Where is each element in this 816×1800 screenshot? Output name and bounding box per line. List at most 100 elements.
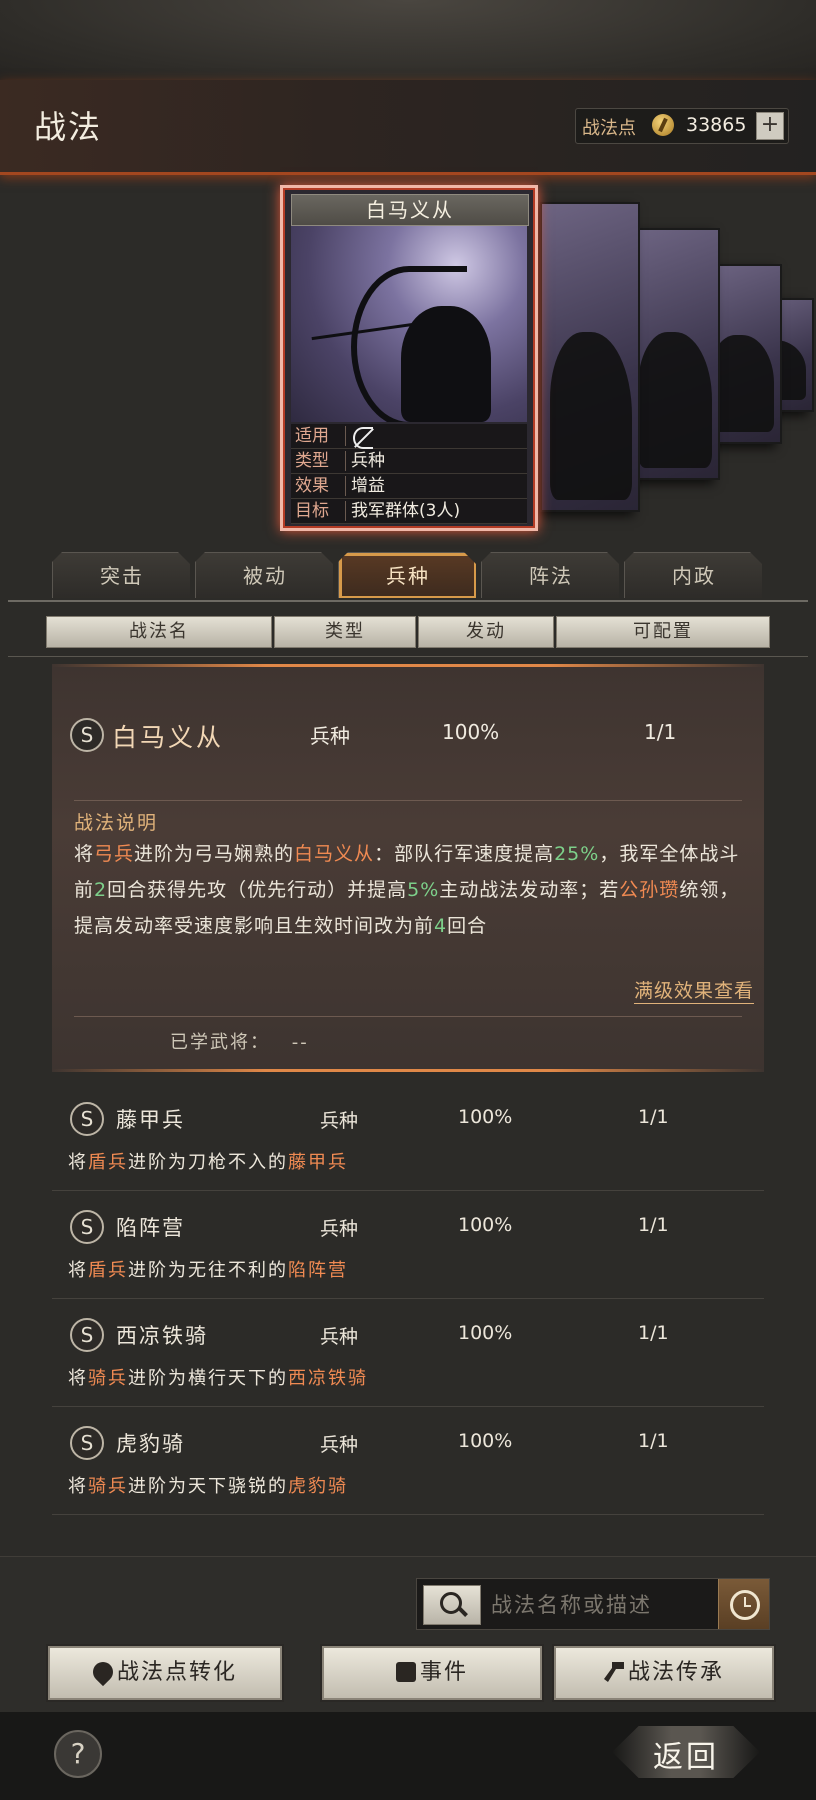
history-button[interactable] (718, 1579, 769, 1629)
tactic-row[interactable]: S 藤甲兵 兵种 100% 1/1 将盾兵进阶为刀枪不入的藤甲兵 (52, 1086, 764, 1191)
highlight-name: 虎豹骑 (288, 1476, 348, 1497)
tactic-points-box: 战法点 33865 + (575, 108, 789, 144)
text-segment: ：部队行军速度提高 (374, 843, 555, 865)
tactic-config: 1/1 (638, 1214, 669, 1236)
clock-icon (730, 1590, 760, 1620)
column-header-configurable[interactable]: 可配置 (556, 616, 770, 648)
tactic-type: 兵种 (320, 1434, 359, 1456)
tactic-config: 1/1 (638, 1106, 669, 1128)
events-button[interactable]: 事件 (322, 1646, 542, 1700)
tab-troop-type[interactable]: 兵种 (338, 552, 476, 598)
learned-generals: 已学武将： -- (170, 1028, 309, 1054)
grade-badge: S (70, 1210, 104, 1244)
hammer-icon (603, 1662, 624, 1682)
grade-badge: S (70, 1426, 104, 1460)
tactic-point-icon (652, 114, 674, 136)
tab-internal-affairs[interactable]: 内政 (624, 552, 762, 598)
divider (8, 656, 808, 657)
tactic-type: 兵种 (320, 1326, 359, 1348)
text-segment: 进阶为横行天下的 (128, 1368, 288, 1389)
tactic-description: 将弓兵进阶为弓马娴熟的白马义从：部队行军速度提高25%，我军全体战斗前2回合获得… (74, 836, 746, 944)
text-segment: 进阶为天下骁锐的 (128, 1476, 288, 1497)
tactic-type: 兵种 (320, 1110, 359, 1132)
tab-assault[interactable]: 突击 (52, 552, 190, 598)
divider (74, 1016, 742, 1017)
tactic-rate: 100% (458, 1214, 513, 1236)
column-header-type[interactable]: 类型 (274, 616, 416, 648)
tactic-rate: 100% (458, 1322, 513, 1344)
card-key: 目标 (295, 501, 329, 521)
selected-tactic-row[interactable]: S 白马义从 兵种 100% 1/1 战法说明 将弓兵进阶为弓马娴熟的白马义从：… (52, 664, 764, 1072)
tactic-name: 虎豹骑 (116, 1432, 185, 1456)
tactic-config: 1/1 (644, 720, 677, 744)
card-value: 兵种 (351, 451, 385, 471)
text-segment: 进阶为弓马娴熟的 (134, 843, 295, 865)
events-label: 事件 (419, 1660, 468, 1685)
inherit-button[interactable]: 战法传承 (554, 1646, 774, 1700)
tab-formation[interactable]: 阵法 (481, 552, 619, 598)
tactic-summary: 将盾兵进阶为刀枪不入的藤甲兵 (68, 1148, 348, 1174)
stack-card[interactable] (628, 228, 720, 480)
points-value: 33865 (686, 114, 747, 136)
column-header-activation[interactable]: 发动 (418, 616, 554, 648)
search-button[interactable] (423, 1585, 481, 1625)
search-bar: 战法名称或描述 (416, 1578, 770, 1630)
selected-tactic-card[interactable]: 白马义从 适用 类型 兵种 效果 增益 目标 我军群体(3人) (280, 185, 538, 531)
card-info: 适用 类型 兵种 效果 增益 目标 我军群体(3人) (291, 424, 527, 524)
tactic-name: 白马义从 (112, 723, 225, 752)
full-level-effect-link[interactable]: 满级效果查看 (633, 976, 754, 1004)
highlight-name: 公孙瓒 (619, 879, 680, 901)
description-title: 战法说明 (74, 812, 159, 834)
text-segment: 进阶为刀枪不入的 (128, 1152, 288, 1173)
text-segment: 主动战法发动率；若 (439, 879, 620, 901)
card-artwork (291, 226, 527, 422)
grade-badge: S (70, 1102, 104, 1136)
tactic-config: 1/1 (638, 1430, 669, 1452)
text-segment: 回合 (447, 915, 488, 937)
tactic-row[interactable]: S 虎豹骑 兵种 100% 1/1 将骑兵进阶为天下骁锐的虎豹骑 (52, 1410, 764, 1515)
highlight-number: 25% (554, 843, 600, 865)
highlight-name: 盾兵 (88, 1152, 128, 1173)
tactic-name: 西凉铁骑 (116, 1324, 208, 1348)
highlight-name: 藤甲兵 (288, 1152, 348, 1173)
tactic-summary: 将骑兵进阶为横行天下的西凉铁骑 (68, 1364, 368, 1390)
tactic-summary: 将盾兵进阶为无往不利的陷阵营 (68, 1256, 348, 1282)
text-segment: 将 (68, 1152, 88, 1173)
search-input[interactable]: 战法名称或描述 (491, 1589, 652, 1619)
card-value: 我军群体(3人) (351, 501, 461, 521)
text-segment: 回合获得先攻（优先行动）并提高 (107, 879, 408, 901)
card-row-effect: 效果 增益 (291, 474, 527, 499)
column-header-name[interactable]: 战法名 (46, 616, 272, 648)
tactic-rate: 100% (458, 1430, 513, 1452)
tactic-category-tabs: 突击 被动 兵种 阵法 内政 (52, 552, 764, 600)
add-points-button[interactable]: + (756, 112, 784, 140)
text-segment: 将 (68, 1260, 88, 1281)
help-button[interactable]: ? (54, 1730, 102, 1778)
text-segment: 将 (74, 843, 95, 865)
tactic-config: 1/1 (638, 1322, 669, 1344)
card-value: 增益 (351, 476, 385, 496)
convert-points-button[interactable]: 战法点转化 (48, 1646, 282, 1700)
highlight-number: 4 (434, 915, 448, 937)
tab-passive[interactable]: 被动 (195, 552, 333, 598)
tactic-row[interactable]: S 西凉铁骑 兵种 100% 1/1 将骑兵进阶为横行天下的西凉铁骑 (52, 1302, 764, 1407)
highlight-name: 弓兵 (94, 843, 135, 865)
back-button[interactable]: 返回 (640, 1732, 732, 1776)
card-key: 类型 (295, 451, 329, 471)
highlight-number: 5% (407, 879, 440, 901)
tactic-row[interactable]: S 陷阵营 兵种 100% 1/1 将盾兵进阶为无往不利的陷阵营 (52, 1194, 764, 1299)
learned-value: -- (291, 1032, 309, 1053)
card-row-applicable: 适用 (291, 424, 527, 449)
card-title: 白马义从 (291, 194, 529, 226)
tactic-type: 兵种 (310, 724, 350, 748)
top-background (0, 0, 816, 80)
highlight-name: 骑兵 (88, 1368, 128, 1389)
stack-card[interactable] (540, 202, 640, 512)
highlight-name: 白马义从 (294, 843, 375, 865)
tactic-type: 兵种 (320, 1218, 359, 1240)
drop-icon (88, 1657, 118, 1687)
learned-label: 已学武将： (170, 1032, 270, 1053)
highlight-name: 陷阵营 (288, 1260, 348, 1281)
tactic-rate: 100% (458, 1106, 513, 1128)
tactic-name: 藤甲兵 (116, 1108, 185, 1132)
